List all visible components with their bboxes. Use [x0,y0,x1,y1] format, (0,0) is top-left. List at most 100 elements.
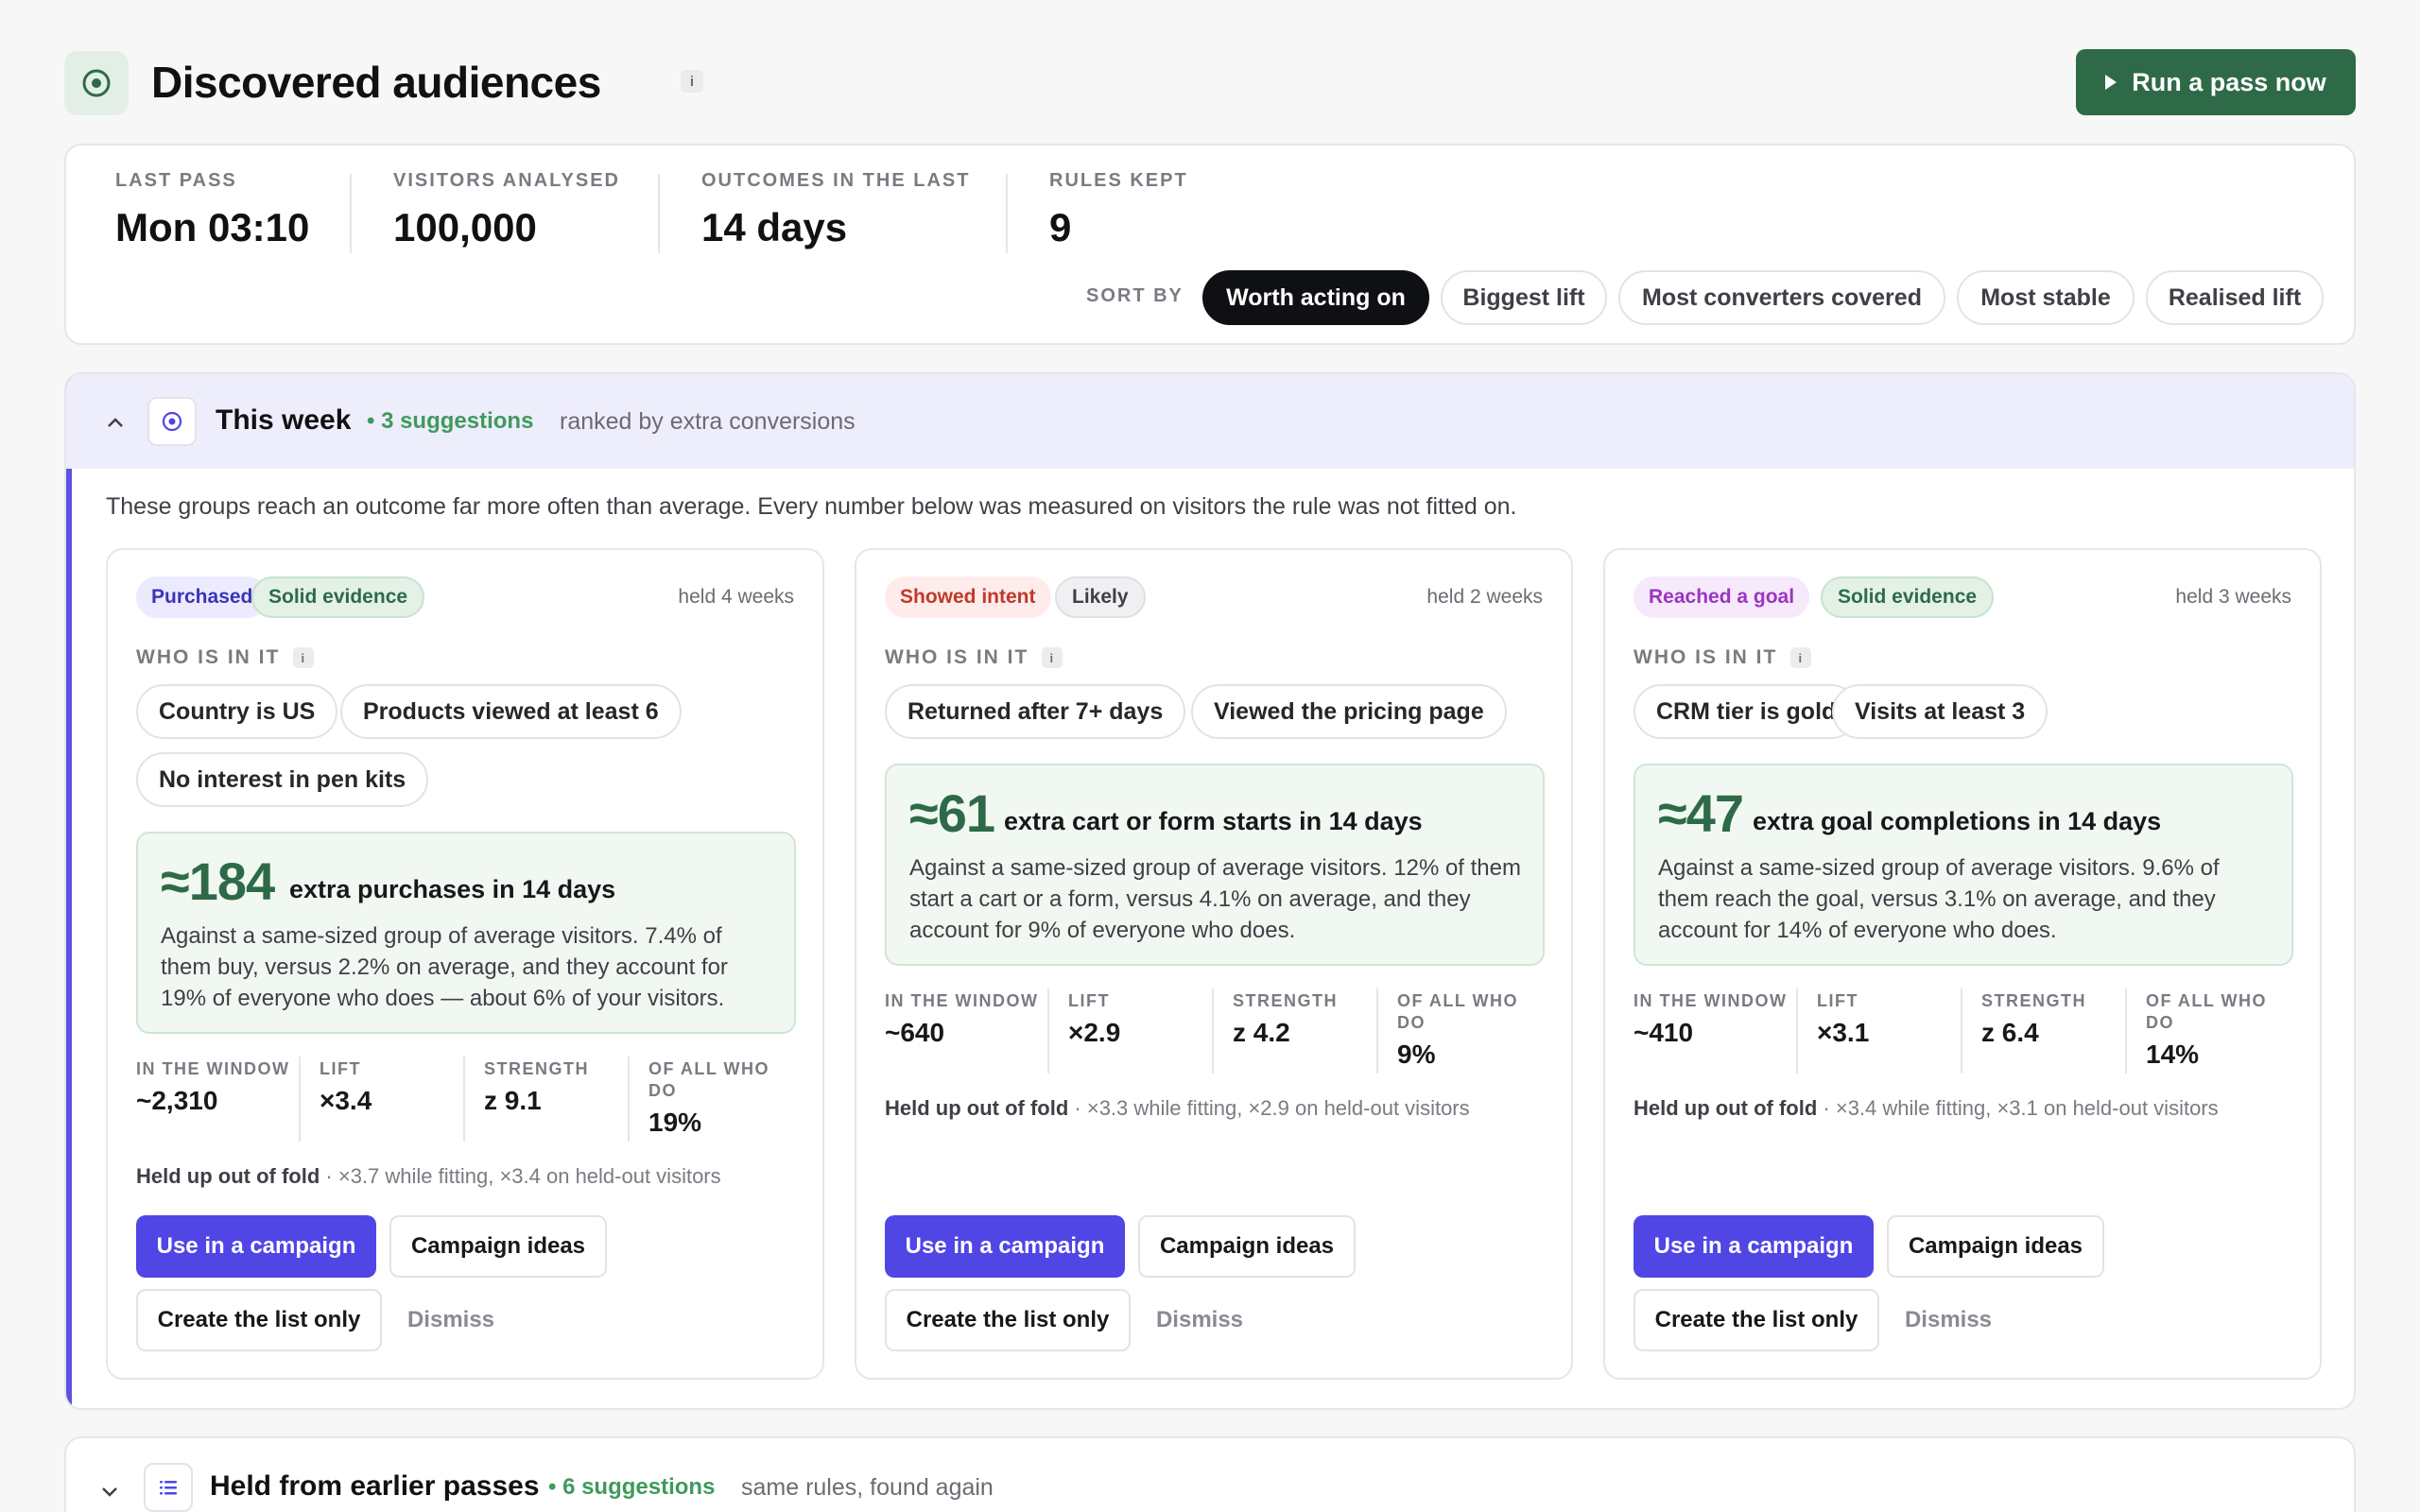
metric-value: ~2,310 [136,1086,218,1115]
sort-biggest-lift[interactable]: Biggest lift [1441,270,1607,325]
info-icon[interactable]: i [681,70,703,93]
metric-strength: STRENGTH z 4.2 [1233,990,1395,1048]
target-icon [64,51,129,115]
held-duration: held 2 weeks [1426,586,1543,608]
metric-share: OF ALL WHO DO 14% [2146,990,2297,1070]
rule-chip: Country is US [136,684,338,739]
heldup-note: Held up out of fold · ×3.3 while fitting… [885,1096,1470,1121]
list-icon [144,1463,193,1512]
impact-value: ≈61 [909,783,995,843]
play-icon [2105,75,2118,90]
impact-headline: extra purchases in 14 days [289,875,616,903]
impact-box: ≈47 extra goal completions in 14 days Ag… [1634,764,2293,966]
section-header[interactable]: This week • 3 suggestions ranked by extr… [66,374,2354,469]
stat-value: 9 [1049,205,1072,249]
run-pass-button[interactable]: Run a pass now [2076,49,2356,115]
create-list-button[interactable]: Create the list only [136,1289,382,1351]
suggestion-count: • 6 suggestions [548,1474,716,1500]
metric-window: IN THE WINDOW ~2,310 [136,1058,299,1116]
metric-value: ~640 [885,1018,945,1047]
use-in-campaign-button[interactable]: Use in a campaign [1634,1215,1874,1278]
run-pass-label: Run a pass now [2132,67,2326,96]
info-icon[interactable]: i [1790,647,1812,668]
campaign-ideas-button[interactable]: Campaign ideas [1138,1215,1356,1278]
stat-label: VISITORS ANALYSED [393,170,620,191]
dismiss-button[interactable]: Dismiss [1887,1289,2010,1351]
heldup-strong: Held up out of fold [1634,1096,1818,1120]
held-duration: held 4 weeks [678,586,794,608]
heldup-rest: · ×3.7 while fitting, ×3.4 on held-out v… [320,1164,721,1188]
section-description: These groups reach an outcome far more o… [106,493,1517,520]
section-earlier-passes[interactable]: Held from earlier passes • 6 suggestions… [64,1436,2356,1512]
suggestion-count: • 3 suggestions [367,408,534,434]
info-icon[interactable]: i [293,647,315,668]
sort-realised-lift[interactable]: Realised lift [2146,270,2324,325]
campaign-ideas-button[interactable]: Campaign ideas [1887,1215,2104,1278]
rule-chip: Visits at least 3 [1832,684,2048,739]
sort-most-stable[interactable]: Most stable [1957,270,2135,325]
heldup-rest: · ×3.3 while fitting, ×2.9 on held-out v… [1068,1096,1470,1120]
outcome-badge: Purchased [136,576,268,618]
stats-panel: LAST PASS Mon 03:10 VISITORS ANALYSED 10… [64,144,2356,345]
evidence-badge: Solid evidence [251,576,425,618]
page-title: Discovered audiences [151,58,601,107]
use-in-campaign-button[interactable]: Use in a campaign [885,1215,1125,1278]
section-subtitle: ranked by extra conversions [560,408,856,435]
outcome-badge: Reached a goal [1634,576,1810,618]
metric-label: LIFT [320,1059,361,1078]
rule-chip: No interest in pen kits [136,752,429,807]
impact-value: ≈184 [161,851,275,911]
impact-value: ≈47 [1658,783,1744,843]
impact-headline: extra goal completions in 14 days [1753,807,2162,835]
divider [2125,988,2127,1074]
section-accent [66,374,72,1408]
divider [1376,988,1378,1074]
metric-label: IN THE WINDOW [1634,991,1788,1010]
sort-most-converters[interactable]: Most converters covered [1618,270,1945,325]
divider [628,1057,630,1142]
heldup-strong: Held up out of fold [885,1096,1069,1120]
sort-worth-acting-on[interactable]: Worth acting on [1202,270,1429,325]
rule-chip: Viewed the pricing page [1191,684,1507,739]
chevron-down-icon[interactable] [100,1480,119,1504]
metric-label: IN THE WINDOW [885,991,1039,1010]
metric-label: LIFT [1068,991,1110,1010]
metric-window: IN THE WINDOW ~410 [1634,990,1796,1048]
metric-value: z 6.4 [1981,1018,2039,1047]
target-icon [147,397,197,446]
impact-description: Against a same-sized group of average vi… [909,855,1521,943]
create-list-button[interactable]: Create the list only [1634,1289,1879,1351]
metric-lift: LIFT ×3.4 [320,1058,482,1116]
impact-box: ≈184 extra purchases in 14 days Against … [136,832,796,1034]
audience-card: Showed intent Likely held 2 weeks WHO IS… [855,548,1573,1380]
chevron-up-icon[interactable] [106,410,125,435]
metric-value: z 9.1 [484,1086,542,1115]
use-in-campaign-button[interactable]: Use in a campaign [136,1215,376,1278]
info-icon[interactable]: i [1042,647,1063,668]
section-this-week: This week • 3 suggestions ranked by extr… [64,372,2356,1410]
section-subtitle: same rules, found again [741,1474,994,1501]
evidence-badge: Likely [1055,576,1146,618]
metric-window: IN THE WINDOW ~640 [885,990,1047,1048]
stat-outcomes: OUTCOMES IN THE LAST 14 days [701,170,970,250]
dismiss-button[interactable]: Dismiss [389,1289,512,1351]
dismiss-button[interactable]: Dismiss [1138,1289,1261,1351]
divider [1006,174,1008,253]
stat-last-pass: LAST PASS Mon 03:10 [115,170,309,250]
who-label-text: WHO IS IN IT [136,646,281,668]
divider [1047,988,1049,1074]
metric-label: IN THE WINDOW [136,1059,290,1078]
who-label-text: WHO IS IN IT [1634,646,1778,668]
campaign-ideas-button[interactable]: Campaign ideas [389,1215,607,1278]
stat-visitors: VISITORS ANALYSED 100,000 [393,170,620,250]
section-title: Held from earlier passes [210,1470,540,1502]
who-label: WHO IS IN IT i [136,646,315,669]
divider [1961,988,1962,1074]
stat-rules: RULES KEPT 9 [1049,170,1188,250]
metric-value: ×3.4 [320,1086,372,1115]
metric-strength: STRENGTH z 9.1 [484,1058,647,1116]
page-header: Discovered audiences i Run a pass now [64,49,2356,115]
create-list-button[interactable]: Create the list only [885,1289,1131,1351]
audience-card: Purchased Solid evidence held 4 weeks WH… [106,548,824,1380]
heldup-note: Held up out of fold · ×3.4 while fitting… [1634,1096,2219,1121]
